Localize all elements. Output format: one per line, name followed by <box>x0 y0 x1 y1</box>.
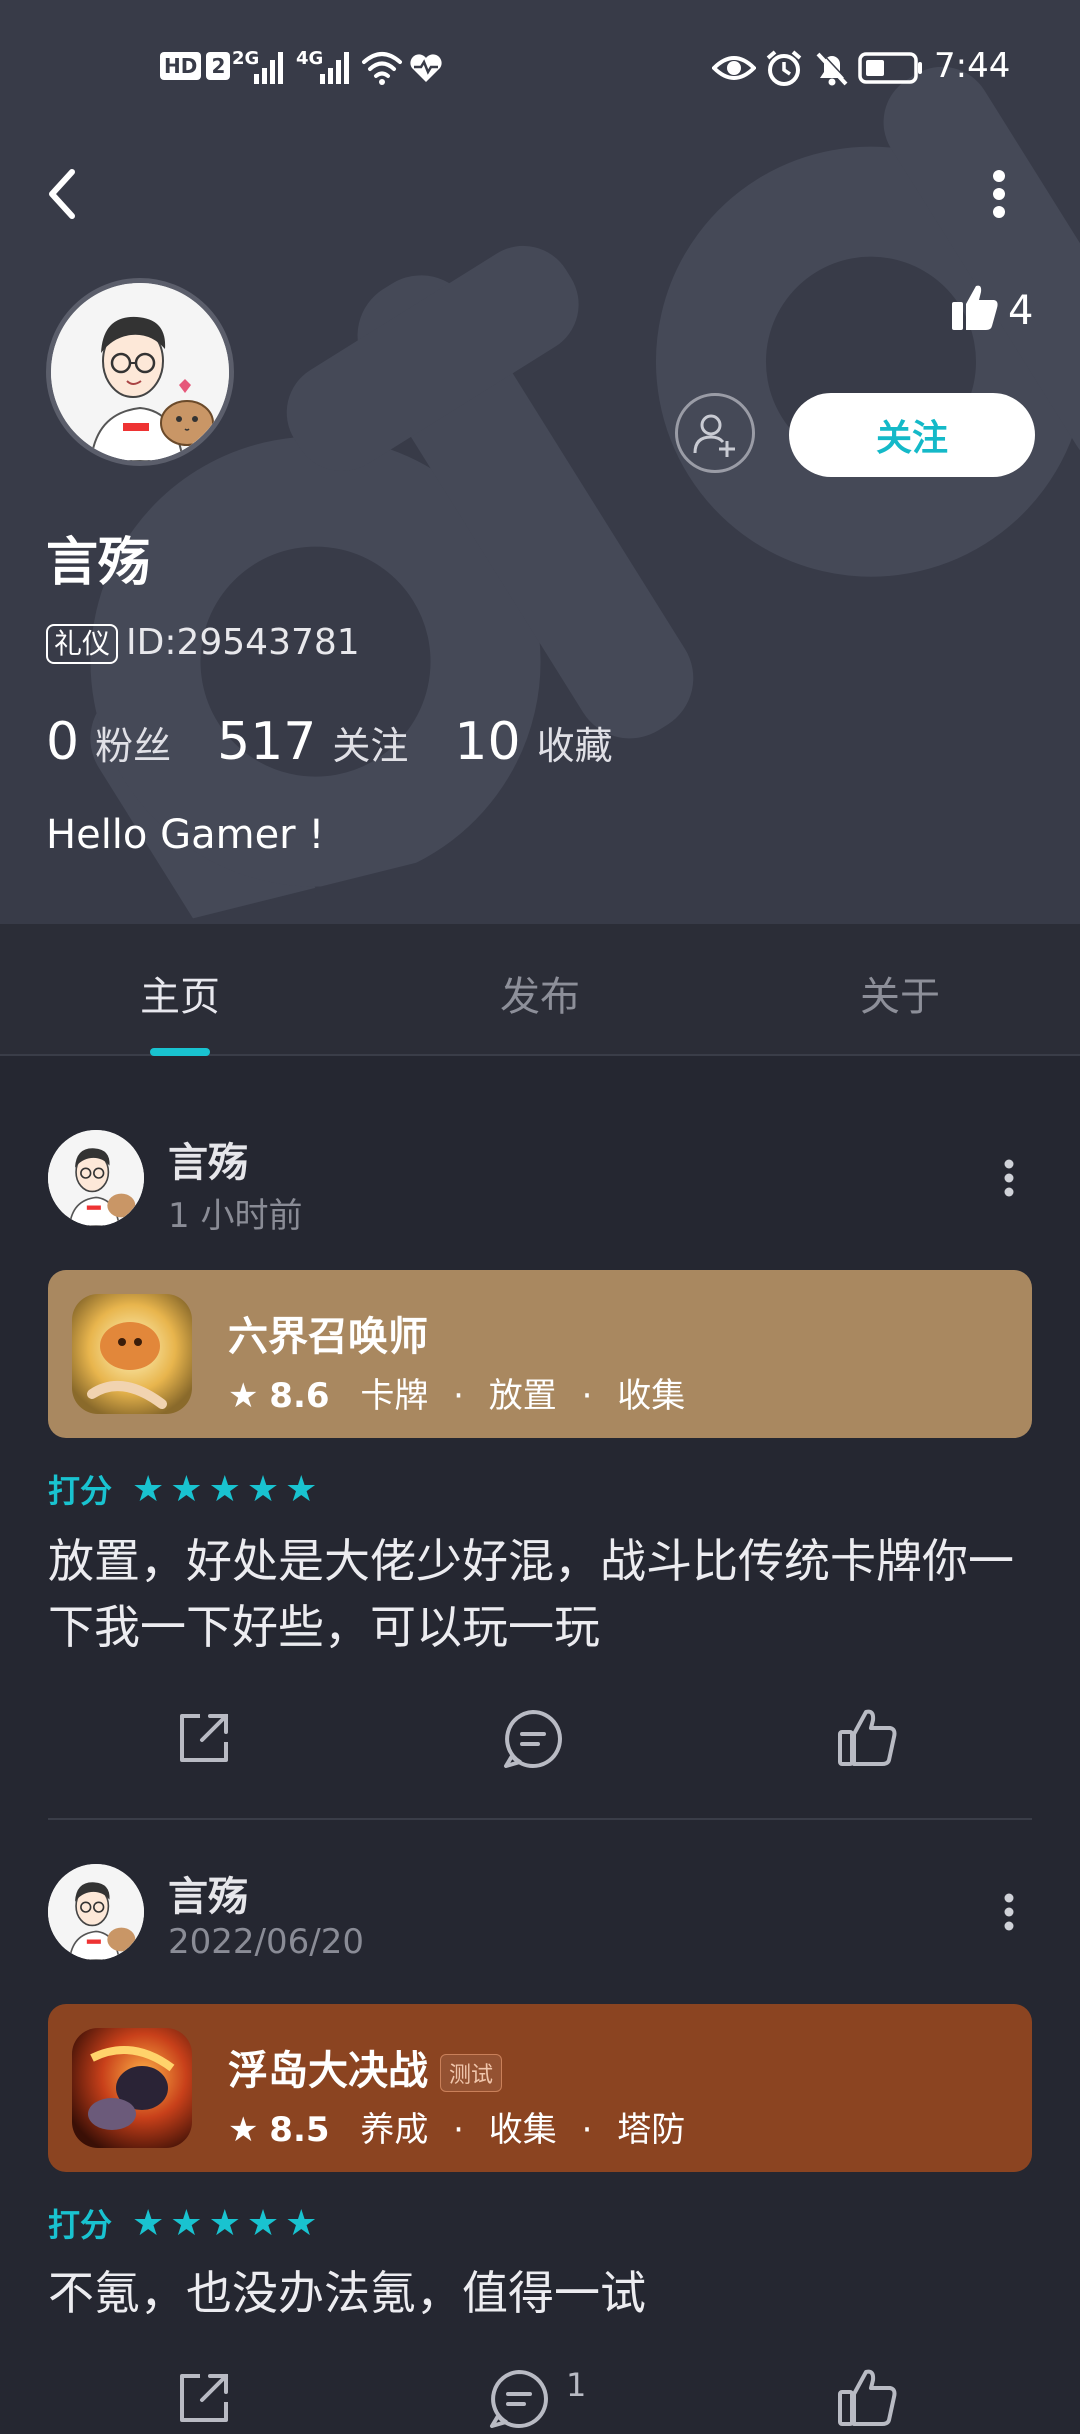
wifi-icon <box>360 48 404 92</box>
tab-posts[interactable]: 发布 <box>500 964 580 1022</box>
tab-about[interactable]: 关于 <box>860 964 940 1022</box>
game-title-text: 浮岛大决战 <box>228 2048 428 2094</box>
alarm-icon <box>764 48 804 92</box>
game-score: 8.6 <box>269 1376 330 1416</box>
signal-4g-icon: 4G <box>296 48 352 92</box>
post-body[interactable]: 放置，好处是大佬少好混，战斗比传统卡牌你一下我一下好些，可以玩一玩 <box>48 1528 1038 1660</box>
add-friend-button[interactable] <box>675 393 755 473</box>
share-icon <box>180 1714 228 1762</box>
signal-2g-label: 2G <box>232 48 260 69</box>
hd-sub: 2 <box>206 52 231 80</box>
post-time: 2022/06/20 <box>168 1922 364 1962</box>
tag-separator: · <box>453 2110 464 2150</box>
signal-2g-icon: 2G <box>232 48 284 92</box>
stats-row: 0 粉丝 517 关注 10 收藏 <box>46 712 613 772</box>
profile-bio: Hello Gamer ! <box>46 812 325 858</box>
game-tag: 塔防 <box>617 2110 686 2150</box>
stat-following[interactable]: 517 关注 <box>217 712 408 772</box>
game-card[interactable]: 六界召唤师 ★ 8.6 卡牌 · 放置 · 收集 <box>48 1270 1032 1438</box>
comment-button[interactable] <box>500 1706 566 1776</box>
post-avatar[interactable] <box>48 1130 144 1226</box>
back-button[interactable] <box>40 164 90 224</box>
comment-button[interactable]: 1 <box>486 2366 586 2432</box>
avatar[interactable] <box>46 278 234 466</box>
game-tag: 养成 <box>360 2110 429 2150</box>
game-icon <box>72 2028 192 2148</box>
stat-fans[interactable]: 0 粉丝 <box>46 712 171 772</box>
thumbs-up-outline-icon <box>838 2369 897 2426</box>
game-tag: 收集 <box>488 2110 557 2150</box>
add-user-icon <box>693 414 735 457</box>
rating-row: 打分 ★ ★ ★ ★ ★ <box>48 1466 317 1512</box>
comment-icon <box>504 1710 562 1768</box>
follow-button[interactable]: 关注 <box>789 393 1035 477</box>
hd-icon: HD 2 <box>160 52 231 80</box>
stat-following-count: 517 <box>217 712 317 772</box>
post-body[interactable]: 不氪，也没办法氪，值得一试 <box>48 2260 1038 2326</box>
post-author[interactable]: 言殇 <box>168 1864 248 1922</box>
comment-icon <box>490 2370 548 2428</box>
share-button[interactable] <box>172 1706 236 1774</box>
rating-label: 打分 <box>48 2206 113 2244</box>
game-card[interactable]: 浮岛大决战 测试 ★ 8.5 养成 · 收集 · 塔防 <box>48 2004 1032 2172</box>
star-icon: ★ <box>228 1376 259 1416</box>
like-count: 4 <box>1008 288 1034 334</box>
rating-stars: ★ ★ ★ ★ ★ <box>132 1468 318 1510</box>
stat-fans-label: 粉丝 <box>95 724 172 768</box>
share-icon <box>180 2374 228 2422</box>
post-divider <box>48 1818 1032 1820</box>
tab-home[interactable]: 主页 <box>140 964 220 1022</box>
eye-icon <box>711 52 757 88</box>
etiquette-badge[interactable]: 礼仪 <box>46 624 119 664</box>
thumbs-up-outline-icon <box>838 1709 897 1766</box>
post-more-button[interactable] <box>994 1156 1024 1204</box>
like-button[interactable] <box>836 2366 900 2434</box>
game-meta: ★ 8.6 卡牌 · 放置 · 收集 <box>228 1368 685 1417</box>
comment-count: 1 <box>566 2366 587 2404</box>
tab-indicator <box>150 1048 210 1056</box>
game-score: 8.5 <box>269 2110 330 2150</box>
test-tag: 测试 <box>440 2054 503 2092</box>
stat-favorites-count: 10 <box>454 712 521 772</box>
game-meta: ★ 8.5 养成 · 收集 · 塔防 <box>228 2102 685 2151</box>
profile-name: 言殇 <box>46 533 151 593</box>
hd-label: HD <box>160 52 202 80</box>
stat-following-label: 关注 <box>332 724 409 768</box>
heart-pulse-icon <box>408 52 444 88</box>
thumbs-up-icon[interactable] <box>950 282 1000 336</box>
battery-icon <box>858 52 924 88</box>
profile-tabs: 主页 发布 关于 <box>0 924 1080 1056</box>
mute-bell-icon <box>812 48 852 92</box>
tag-separator: · <box>453 1376 464 1416</box>
rating-stars: ★ ★ ★ ★ ★ <box>132 2202 318 2244</box>
game-tag: 放置 <box>488 1376 557 1416</box>
user-id: ID:29543781 <box>126 622 360 663</box>
share-button[interactable] <box>172 2366 236 2434</box>
tag-separator: · <box>581 2110 593 2150</box>
rating-row: 打分 ★ ★ ★ ★ ★ <box>48 2200 317 2246</box>
game-tag: 卡牌 <box>360 1376 429 1416</box>
game-icon <box>72 1294 192 1414</box>
more-options-button[interactable] <box>984 164 1014 224</box>
star-icon: ★ <box>228 2110 259 2150</box>
stat-favorites-label: 收藏 <box>536 724 613 768</box>
status-time: 7:44 <box>934 46 1011 86</box>
post-avatar[interactable] <box>48 1864 144 1960</box>
signal-4g-label: 4G <box>296 48 324 69</box>
tag-separator: · <box>581 1376 593 1416</box>
stat-fans-count: 0 <box>46 712 80 772</box>
post-time: 1 小时前 <box>168 1196 303 1236</box>
rating-label: 打分 <box>48 1472 113 1510</box>
game-title: 六界召唤师 <box>228 1314 428 1360</box>
game-tag: 收集 <box>617 1376 686 1416</box>
stat-favorites[interactable]: 10 收藏 <box>454 712 612 772</box>
post-author[interactable]: 言殇 <box>168 1130 248 1188</box>
game-title: 浮岛大决战 测试 <box>228 2038 503 2096</box>
status-bar: HD 2 2G 4G 7:44 <box>0 0 1080 130</box>
like-button[interactable] <box>836 1706 900 1774</box>
post-more-button[interactable] <box>994 1890 1024 1938</box>
